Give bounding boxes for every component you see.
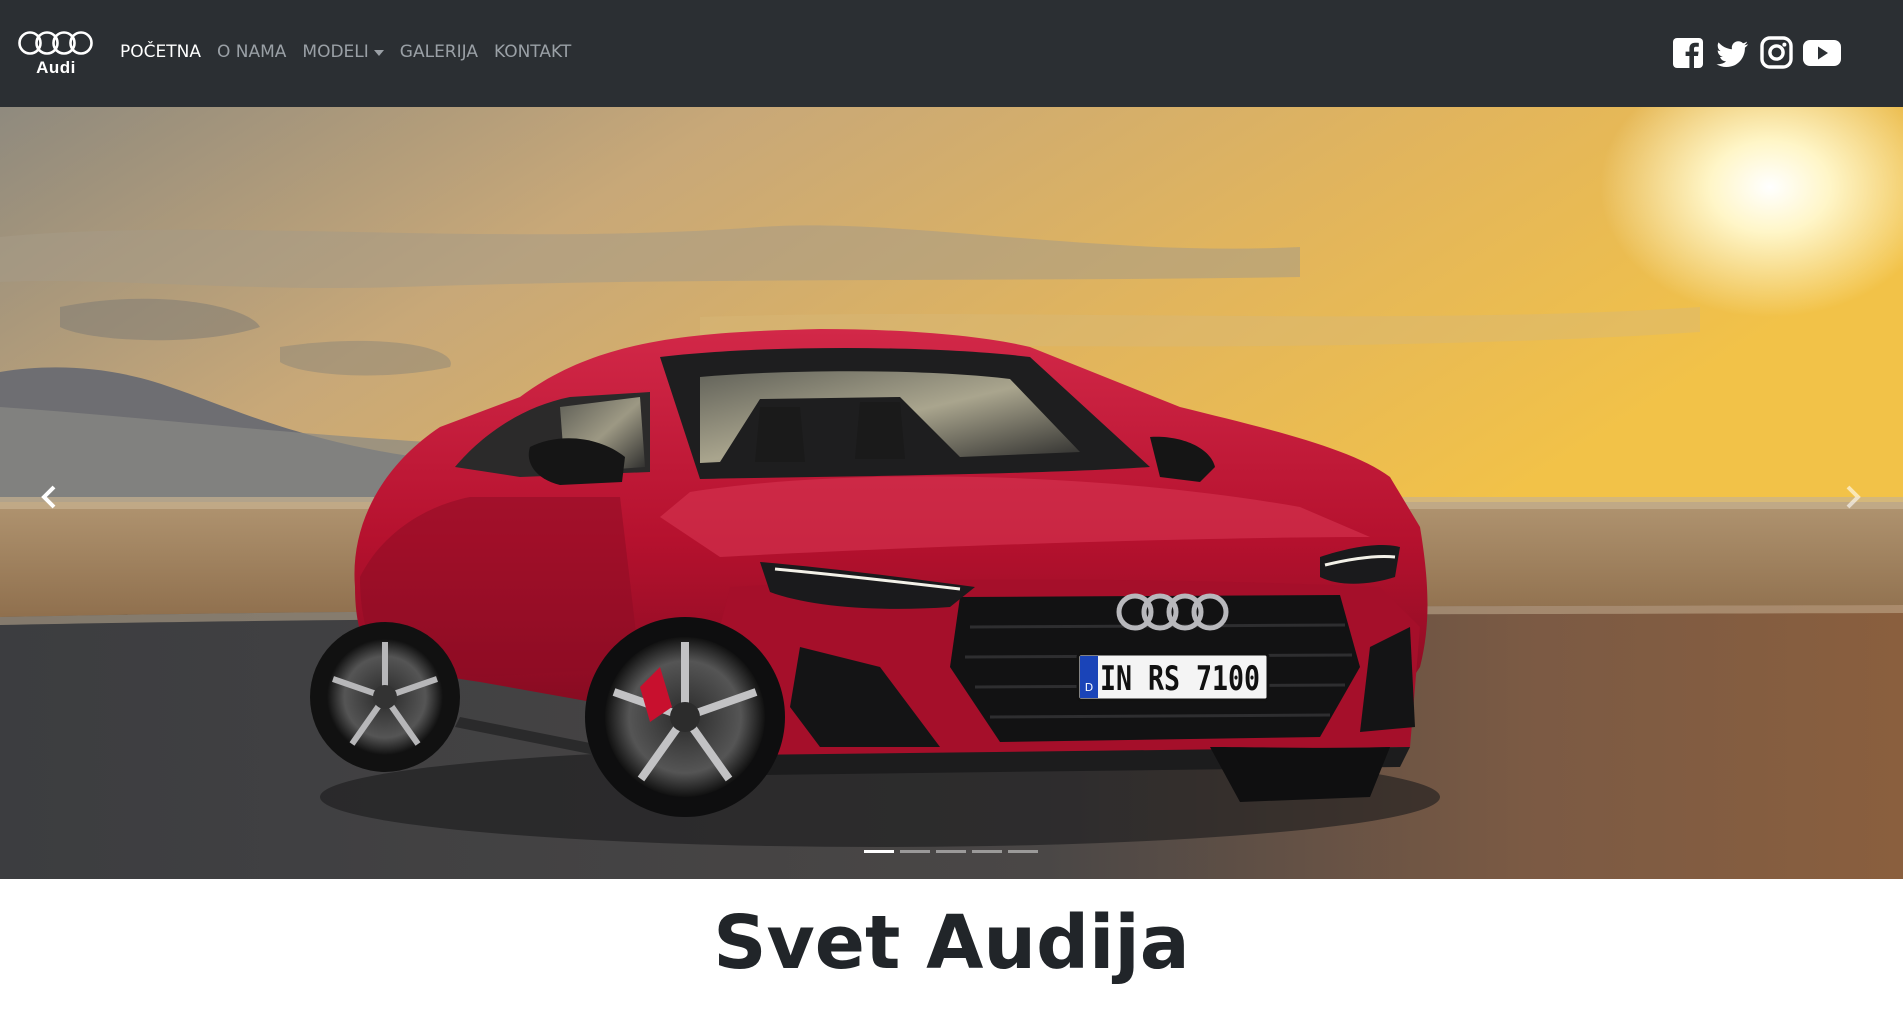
nav-item-pocetna[interactable]: POČETNA xyxy=(120,42,201,62)
caret-down-icon xyxy=(373,50,384,56)
nav-item-label: O NAMA xyxy=(216,42,287,62)
page-title: Svet Audija xyxy=(713,900,1190,986)
twitter-icon[interactable] xyxy=(1714,36,1750,70)
carousel-indicators xyxy=(864,850,1038,853)
hero-carousel: D IN RS 7100 xyxy=(0,107,1903,879)
youtube-icon[interactable] xyxy=(1802,36,1842,70)
nav-item-label: GALERIJA xyxy=(399,42,478,62)
nav-item-label: POČETNA xyxy=(120,42,201,62)
nav-item-label: KONTAKT xyxy=(493,42,572,62)
carousel-indicator-3[interactable] xyxy=(936,850,966,853)
plate-number: IN RS 7100 xyxy=(1100,659,1260,699)
chevron-right-icon xyxy=(1846,485,1861,509)
brand-logo[interactable]: Audi xyxy=(18,28,94,80)
nav-links: POČETNA O NAMA MODELI GALERIJA KONTAKT xyxy=(120,42,587,62)
nav-item-label: MODELI xyxy=(302,42,369,62)
nav-item-galerija[interactable]: GALERIJA xyxy=(400,42,478,62)
social-links xyxy=(1670,36,1842,70)
carousel-prev-button[interactable] xyxy=(28,467,68,527)
facebook-icon[interactable] xyxy=(1670,36,1706,70)
nav-item-kontakt[interactable]: KONTAKT xyxy=(494,42,571,62)
carousel-indicator-5[interactable] xyxy=(1008,850,1038,853)
nav-item-modeli-dropdown[interactable]: MODELI xyxy=(302,42,384,62)
navbar: Audi POČETNA O NAMA MODELI GALERIJA KONT… xyxy=(0,0,1903,107)
carousel-indicator-2[interactable] xyxy=(900,850,930,853)
carousel-slide-image: D IN RS 7100 xyxy=(0,107,1903,879)
brand-text: Audi xyxy=(36,58,76,77)
audi-rings-icon xyxy=(18,31,93,55)
carousel-next-button[interactable] xyxy=(1834,467,1874,527)
nav-item-o-nama[interactable]: O NAMA xyxy=(217,42,286,62)
chevron-left-icon xyxy=(41,485,56,509)
carousel-indicator-4[interactable] xyxy=(972,850,1002,853)
carousel-indicator-1[interactable] xyxy=(864,850,894,853)
instagram-icon[interactable] xyxy=(1758,36,1794,70)
plate-country: D xyxy=(1085,681,1093,694)
